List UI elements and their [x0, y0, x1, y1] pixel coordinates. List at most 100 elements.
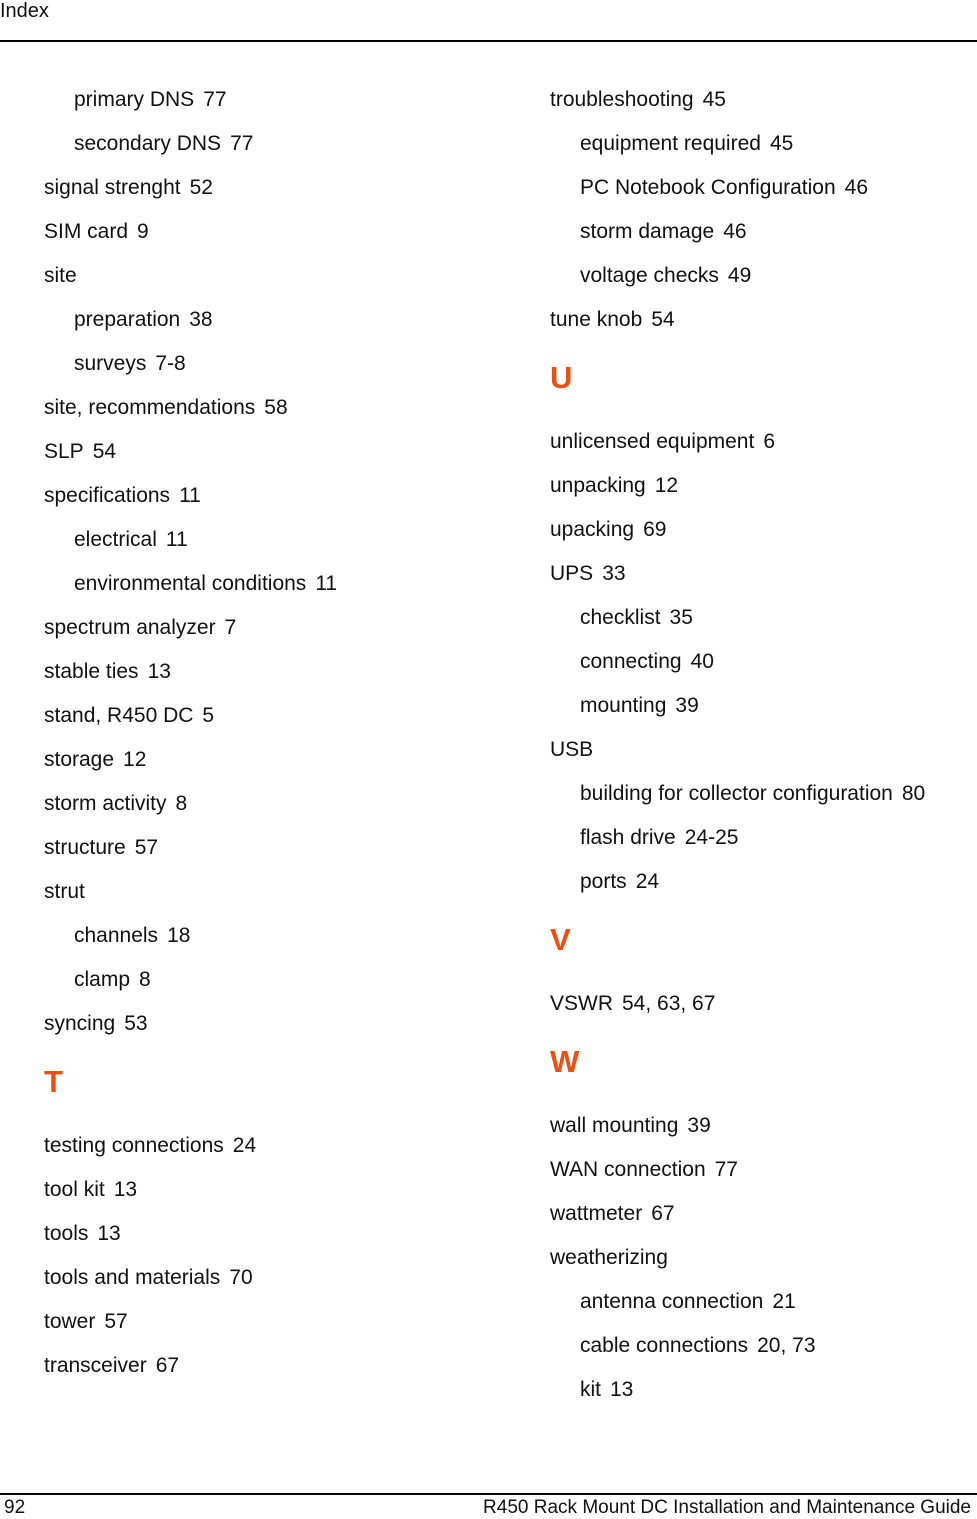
page-reference[interactable]: 45: [703, 88, 726, 111]
page-reference[interactable]: 70: [229, 1266, 252, 1289]
index-term: surveys: [74, 352, 147, 375]
index-term: VSWR: [550, 992, 613, 1015]
index-entry: wattmeter 67: [550, 1200, 925, 1244]
page-reference[interactable]: 20, 73: [757, 1334, 815, 1357]
index-subentry: preparation 38: [44, 306, 337, 350]
page-reference[interactable]: 12: [123, 748, 146, 771]
index-term: tools: [44, 1222, 89, 1245]
page-reference[interactable]: 77: [715, 1158, 738, 1181]
index-entry: USB: [550, 736, 925, 780]
index-entry: spectrum analyzer 7: [44, 614, 337, 658]
index-term: site, recommendations: [44, 396, 256, 419]
index-subentry: connecting 40: [550, 648, 925, 692]
index-term: equipment required: [580, 132, 761, 155]
index-term: syncing: [44, 1012, 116, 1035]
index-term: clamp: [74, 968, 131, 991]
index-subentry: antenna connection 21: [550, 1288, 925, 1332]
page-reference[interactable]: 67: [651, 1202, 674, 1225]
index-term: site: [44, 264, 77, 287]
page-reference[interactable]: 69: [643, 518, 666, 541]
index-term: wall mounting: [550, 1114, 679, 1137]
index-term: secondary DNS: [74, 132, 222, 155]
index-term: storage: [44, 748, 115, 771]
page-reference[interactable]: 8: [139, 968, 151, 991]
index-entry: upacking 69: [550, 516, 925, 560]
index-subentry: primary DNS 77: [44, 86, 337, 130]
page-reference[interactable]: 21: [772, 1290, 795, 1313]
page-reference[interactable]: 5: [202, 704, 214, 727]
page-reference[interactable]: 39: [687, 1114, 710, 1137]
page-reference[interactable]: 13: [97, 1222, 120, 1245]
page-reference[interactable]: 11: [179, 484, 201, 507]
index-term: wattmeter: [550, 1202, 643, 1225]
index-term: stand, R450 DC: [44, 704, 194, 727]
page-reference[interactable]: 39: [675, 694, 698, 717]
page-reference[interactable]: 8: [176, 792, 188, 815]
index-subentry: building for collector configuration 80: [550, 780, 925, 824]
page-reference[interactable]: 24: [636, 870, 659, 893]
page-reference[interactable]: 24: [233, 1134, 256, 1157]
page-reference[interactable]: 80: [902, 782, 925, 805]
page-reference[interactable]: 33: [602, 562, 625, 585]
index-term: upacking: [550, 518, 635, 541]
index-term: connecting: [580, 650, 682, 673]
page-reference[interactable]: 40: [691, 650, 714, 673]
running-header: Index: [0, 0, 49, 22]
page-reference[interactable]: 7: [225, 616, 237, 639]
index-subentry: ports 24: [550, 868, 925, 912]
page-reference[interactable]: 18: [167, 924, 190, 947]
page-reference[interactable]: 38: [189, 308, 212, 331]
index-term: unlicensed equipment: [550, 430, 755, 453]
page-reference[interactable]: 77: [203, 88, 226, 111]
index-term: building for collector configuration: [580, 782, 893, 805]
index-entry: site, recommendations 58: [44, 394, 337, 438]
page-reference[interactable]: 54: [651, 308, 674, 331]
index-subentry: PC Notebook Configuration 46: [550, 174, 925, 218]
page-reference[interactable]: 46: [723, 220, 746, 243]
index-subentry: equipment required 45: [550, 130, 925, 174]
index-term: preparation: [74, 308, 181, 331]
index-term: structure: [44, 836, 126, 859]
index-subentry: voltage checks 49: [550, 262, 925, 306]
index-entry: storage 12: [44, 746, 337, 790]
index-subentry: kit 13: [550, 1376, 925, 1420]
page-reference[interactable]: 9: [137, 220, 149, 243]
index-term: strut: [44, 880, 85, 903]
page-reference[interactable]: 11: [315, 572, 337, 595]
index-entry: VSWR 54, 63, 67: [550, 990, 925, 1034]
index-entry: tools and materials 70: [44, 1264, 337, 1308]
page-reference[interactable]: 53: [124, 1012, 147, 1035]
page-reference[interactable]: 49: [728, 264, 751, 287]
page-reference[interactable]: 13: [610, 1378, 633, 1401]
index-subentry: checklist 35: [550, 604, 925, 648]
page-reference[interactable]: 52: [190, 176, 213, 199]
index-term: flash drive: [580, 826, 676, 849]
page-reference[interactable]: 77: [230, 132, 253, 155]
page-reference[interactable]: 6: [763, 430, 775, 453]
index-column-right: troubleshooting 45 equipment required 45 PC …: [550, 86, 925, 1420]
page-reference[interactable]: 7-8: [155, 352, 185, 375]
page-reference[interactable]: 35: [670, 606, 693, 629]
page-reference[interactable]: 11: [166, 528, 188, 551]
page-reference[interactable]: 54, 63, 67: [622, 992, 715, 1015]
page-reference[interactable]: 46: [845, 176, 868, 199]
index-term: electrical: [74, 528, 157, 551]
index-term: PC Notebook Configuration: [580, 176, 836, 199]
index-subentry: electrical 11: [44, 526, 337, 570]
index-entry: site: [44, 262, 337, 306]
page-reference[interactable]: 67: [156, 1354, 179, 1377]
page-reference[interactable]: 13: [114, 1178, 137, 1201]
page-reference[interactable]: 24-25: [685, 826, 739, 849]
page-reference[interactable]: 57: [104, 1310, 127, 1333]
index-subentry: mounting 39: [550, 692, 925, 736]
index-term: primary DNS: [74, 88, 195, 111]
page-reference[interactable]: 54: [93, 440, 116, 463]
page-reference[interactable]: 13: [148, 660, 171, 683]
index-letter-heading: V: [550, 922, 571, 957]
page-reference[interactable]: 57: [135, 836, 158, 859]
page-reference[interactable]: 45: [770, 132, 793, 155]
page-reference[interactable]: 58: [264, 396, 287, 419]
index-term: tool kit: [44, 1178, 105, 1201]
page-reference[interactable]: 12: [655, 474, 678, 497]
index-letter-heading: T: [44, 1064, 63, 1099]
